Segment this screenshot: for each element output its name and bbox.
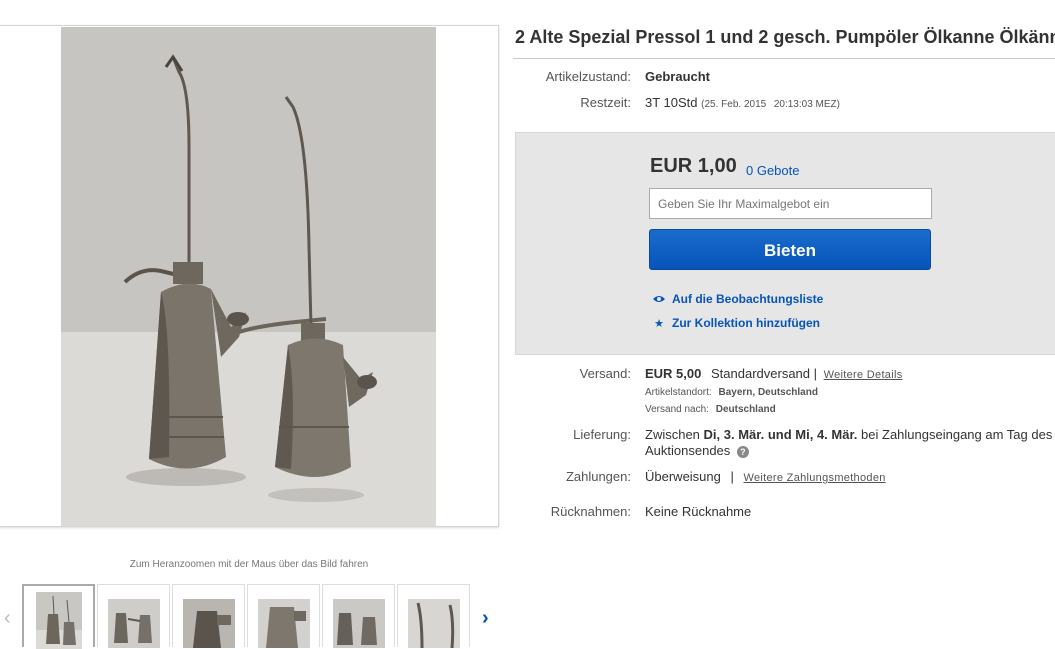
thumbnail-3[interactable]: [172, 584, 245, 648]
zoom-hint: Zum Heranzoomen mit der Maus über das Bi…: [129, 559, 369, 570]
ships-to-value: Deutschland: [715, 404, 776, 415]
ships-to-label: Versand nach:: [645, 404, 709, 415]
thumbnail-4[interactable]: [247, 584, 320, 648]
main-product-image[interactable]: [61, 27, 436, 526]
shipping-price: EUR 5,00: [645, 366, 702, 381]
delivery-value: Zwischen Di, 3. Mär. und Mi, 4. Mär. bei…: [645, 427, 1052, 442]
time-left-duration: 3T 10Std: [645, 95, 698, 110]
condition-value: Gebraucht: [645, 69, 711, 84]
delivery-line2: Auktionsendes ?: [645, 443, 749, 458]
shipping-details-link[interactable]: Weitere Details: [824, 369, 903, 381]
shipping-label: Versand:: [579, 366, 631, 381]
star-icon: ★: [654, 318, 664, 330]
add-to-watchlist-link[interactable]: Auf die Beobachtungsliste: [652, 292, 823, 306]
payment-separator: |: [730, 469, 734, 484]
delivery-prefix: Zwischen: [645, 427, 700, 442]
item-location-label: Artikelstandort:: [645, 387, 712, 398]
title-divider: [513, 58, 1055, 59]
chevron-right-icon[interactable]: ›: [482, 608, 489, 628]
shipping-value: EUR 5,00 Standardversand | Weitere Detai…: [645, 366, 903, 381]
thumbnail-image: [258, 599, 310, 648]
more-payment-methods-link[interactable]: Weitere Zahlungsmethoden: [744, 472, 886, 484]
returns-value: Keine Rücknahme: [645, 504, 752, 519]
thumbnail-image: [333, 599, 385, 648]
bid-button[interactable]: Bieten: [649, 229, 931, 270]
returns-label: Rücknahmen:: [550, 504, 631, 519]
end-date: (25. Feb. 2015: [701, 99, 767, 110]
item-location: Artikelstandort: Bayern, Deutschland: [645, 387, 818, 398]
shipping-method: Standardversand |: [711, 366, 817, 381]
thumbnail-1[interactable]: [22, 584, 95, 649]
time-left-label: Restzeit:: [580, 95, 631, 110]
delivery-range: Di, 3. Mär. und Mi, 4. Mär.: [703, 427, 858, 442]
chevron-left-icon[interactable]: ‹: [4, 608, 11, 628]
thumbnail-2[interactable]: [97, 584, 170, 648]
main-image-frame: [0, 25, 499, 527]
item-title: 2 Alte Spezial Pressol 1 und 2 gesch. Pu…: [515, 27, 1055, 47]
max-bid-input[interactable]: [649, 188, 932, 219]
delivery-suffix: bei Zahlungseingang am Tag des: [861, 427, 1053, 442]
thumbnail-image: [408, 599, 460, 648]
collection-label: Zur Kollektion hinzufügen: [672, 316, 820, 330]
item-location-value: Bayern, Deutschland: [718, 387, 818, 398]
condition-label: Artikelzustand:: [545, 69, 631, 84]
time-left-value: 3T 10Std (25. Feb. 2015 20:13:03 MEZ): [645, 95, 840, 110]
eye-icon: [652, 294, 666, 306]
payment-value: Überweisung | Weitere Zahlungsmethoden: [645, 469, 886, 484]
bid-box: EUR 1,00 0 Gebote Bieten Auf die Beobach…: [515, 132, 1055, 355]
thumbnail-image: [36, 592, 82, 649]
thumbnail-strip: ‹ ›: [0, 584, 500, 649]
thumbnail-6[interactable]: [397, 584, 470, 648]
bid-count-link[interactable]: 0 Gebote: [746, 163, 800, 178]
current-price: EUR 1,00: [650, 155, 737, 177]
end-time: 20:13:03 MEZ): [773, 99, 840, 110]
watchlist-label: Auf die Beobachtungsliste: [672, 292, 824, 306]
delivery-line2-text: Auktionsendes: [645, 443, 731, 458]
add-to-collection-link[interactable]: ★ Zur Kollektion hinzufügen: [652, 316, 820, 330]
payment-label: Zahlungen:: [565, 469, 631, 484]
thumbnail-image: [108, 599, 160, 648]
delivery-label: Lieferung:: [573, 427, 631, 442]
thumbnail-image: [183, 599, 235, 648]
payment-method: Überweisung: [645, 469, 721, 484]
help-icon[interactable]: ?: [736, 445, 749, 458]
thumbnail-5[interactable]: [322, 584, 395, 648]
ships-to: Versand nach: Deutschland: [645, 404, 776, 415]
